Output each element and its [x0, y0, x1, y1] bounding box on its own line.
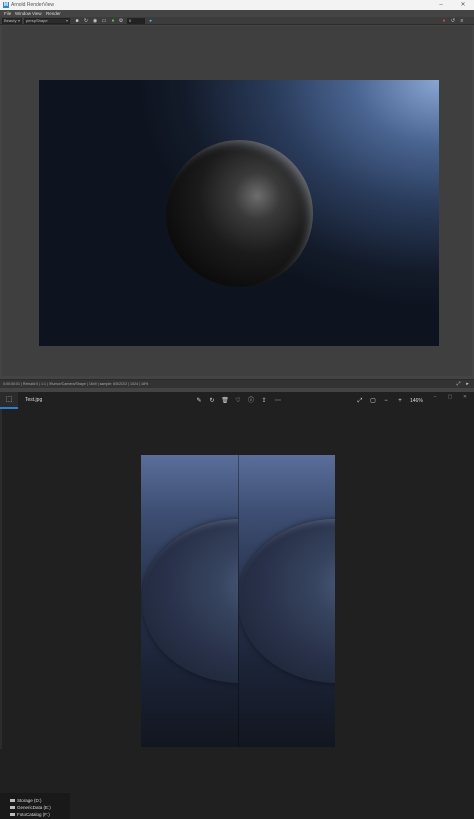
- minimize-icon[interactable]: –: [430, 394, 440, 400]
- more-icon[interactable]: ⋯: [274, 397, 282, 405]
- close-icon[interactable]: ✕: [458, 1, 468, 9]
- edit-icon[interactable]: ✎: [195, 397, 203, 405]
- exposure-field[interactable]: 0: [127, 18, 145, 24]
- drive-icon: [10, 806, 15, 810]
- zoom-out-icon[interactable]: −: [382, 397, 390, 405]
- close-icon[interactable]: ✕: [460, 394, 470, 400]
- share-icon[interactable]: ⇪: [260, 397, 268, 405]
- refresh-icon[interactable]: ↻: [83, 18, 89, 24]
- render-status-text: 0:00:00:01 | Rebuild:0 | 1:1 | /Rumor/Ca…: [3, 382, 149, 386]
- photo-sphere-right: [239, 519, 335, 683]
- renderview-titlebar: M Arnold RenderView – ✕: [0, 0, 474, 10]
- menu-render[interactable]: Render: [46, 11, 61, 16]
- camera-select[interactable]: Beauty ▾: [2, 18, 22, 24]
- photo-file-name: Test.jpg: [25, 397, 43, 403]
- drive-item[interactable]: GenericData (E:): [10, 805, 51, 810]
- renderview-window: M Arnold RenderView – ✕ File Window View…: [0, 0, 474, 392]
- drive-icon: [10, 799, 15, 803]
- drive-item[interactable]: Storage (D:): [10, 798, 42, 803]
- expand-icon[interactable]: ⤢: [455, 381, 462, 388]
- photos-side-strip: [0, 409, 2, 749]
- options-icon[interactable]: ≡: [459, 18, 465, 24]
- render-viewport[interactable]: [2, 26, 472, 376]
- crop-icon[interactable]: ▭: [101, 18, 107, 24]
- drive-label: Storage (D:): [17, 798, 42, 803]
- renderview-menubar: File Window View Render: [0, 10, 474, 17]
- maximize-icon[interactable]: ▢: [445, 394, 455, 400]
- minimize-icon[interactable]: –: [436, 1, 446, 9]
- camera-icon[interactable]: ◉: [92, 18, 98, 24]
- renderview-title: Arnold RenderView: [11, 2, 54, 8]
- drive-label: GenericData (E:): [17, 805, 51, 810]
- delete-icon[interactable]: 🗑: [221, 397, 229, 405]
- photos-toolbar: ⬚ Test.jpg ✎ ↻ 🗑 ♡ ⓘ ⇪ ⋯ ⤢ ▢ − + 146% – …: [0, 392, 474, 409]
- settings-icon[interactable]: ⚙: [118, 18, 124, 24]
- photos-app-icon[interactable]: ⬚: [0, 392, 18, 409]
- arnold-logo-icon: M: [3, 2, 9, 8]
- drive-icon: [10, 813, 15, 817]
- chevron-down-icon: ▾: [65, 18, 68, 23]
- zoom-level[interactable]: 146%: [410, 397, 423, 405]
- zoom-in-icon[interactable]: +: [396, 397, 404, 405]
- photos-window: ⬚ Test.jpg ✎ ↻ 🗑 ♡ ⓘ ⇪ ⋯ ⤢ ▢ − + 146% – …: [0, 392, 474, 819]
- photo-right-half: [238, 455, 335, 747]
- panel-toggle-icon[interactable]: ▸: [464, 381, 471, 388]
- stop-icon[interactable]: ■: [74, 18, 80, 24]
- channel-green-icon[interactable]: ●: [110, 18, 116, 24]
- menu-view[interactable]: View: [32, 11, 42, 16]
- render-image: [39, 80, 439, 346]
- photo-left-half: [141, 455, 238, 747]
- aov-select[interactable]: perspShape ▾: [24, 18, 70, 24]
- menu-window[interactable]: Window: [15, 11, 31, 16]
- menu-file[interactable]: File: [4, 11, 11, 16]
- favorite-icon[interactable]: ♡: [234, 397, 242, 405]
- renderview-toolbar: Beauty ▾ perspShape ▾ ■ ↻ ◉ ▭ ● ⚙ 0 ▸ ● ↺ …: [0, 17, 474, 25]
- record-icon[interactable]: ●: [441, 18, 447, 24]
- explorer-drive-list: Storage (D:) GenericData (E:) FotoCatalo…: [0, 793, 70, 819]
- fit-icon[interactable]: ▢: [369, 397, 377, 405]
- drive-item[interactable]: FotoCatalog (F:): [10, 812, 50, 817]
- camera-select-value: Beauty: [4, 18, 17, 23]
- photo-canvas[interactable]: [141, 455, 335, 747]
- history-icon[interactable]: ↺: [450, 18, 456, 24]
- renderview-statusbar: 0:00:00:01 | Rebuild:0 | 1:1 | /Rumor/Ca…: [0, 379, 474, 388]
- drive-label: FotoCatalog (F:): [17, 812, 50, 817]
- fullscreen-icon[interactable]: ⤢: [356, 397, 364, 405]
- snapshot-icon[interactable]: ▸: [148, 18, 154, 24]
- rendered-sphere: [166, 140, 313, 287]
- chevron-down-icon: ▾: [17, 18, 20, 23]
- info-icon[interactable]: ⓘ: [247, 397, 255, 405]
- rotate-icon[interactable]: ↻: [208, 397, 216, 405]
- photo-sphere-left: [142, 519, 238, 683]
- aov-select-value: perspShape: [26, 18, 48, 23]
